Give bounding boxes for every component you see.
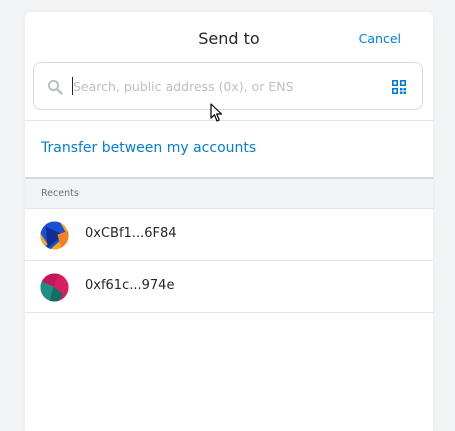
qr-code-icon[interactable]	[392, 80, 406, 94]
search-input[interactable]	[72, 74, 383, 98]
search-field[interactable]	[33, 62, 423, 110]
transfer-between-accounts-link[interactable]: Transfer between my accounts	[41, 140, 256, 156]
recents-header: Recents	[25, 177, 433, 208]
recent-address: 0xCBf1...6F84	[85, 226, 177, 241]
recent-account-row[interactable]: 0xf61c...974e	[25, 261, 433, 313]
search-icon	[47, 79, 63, 95]
header: Send to Cancel	[25, 12, 433, 62]
recent-address: 0xf61c...974e	[85, 278, 175, 293]
recent-account-row[interactable]: 0xCBf1...6F84	[25, 209, 433, 261]
identicon-avatar	[40, 273, 69, 302]
send-to-panel: Send to Cancel Transfer between my accou…	[25, 12, 433, 431]
recents-label: Recents	[41, 188, 79, 199]
divider	[25, 312, 433, 313]
cancel-button[interactable]: Cancel	[359, 31, 401, 46]
divider	[25, 120, 433, 121]
identicon-avatar	[40, 221, 69, 250]
